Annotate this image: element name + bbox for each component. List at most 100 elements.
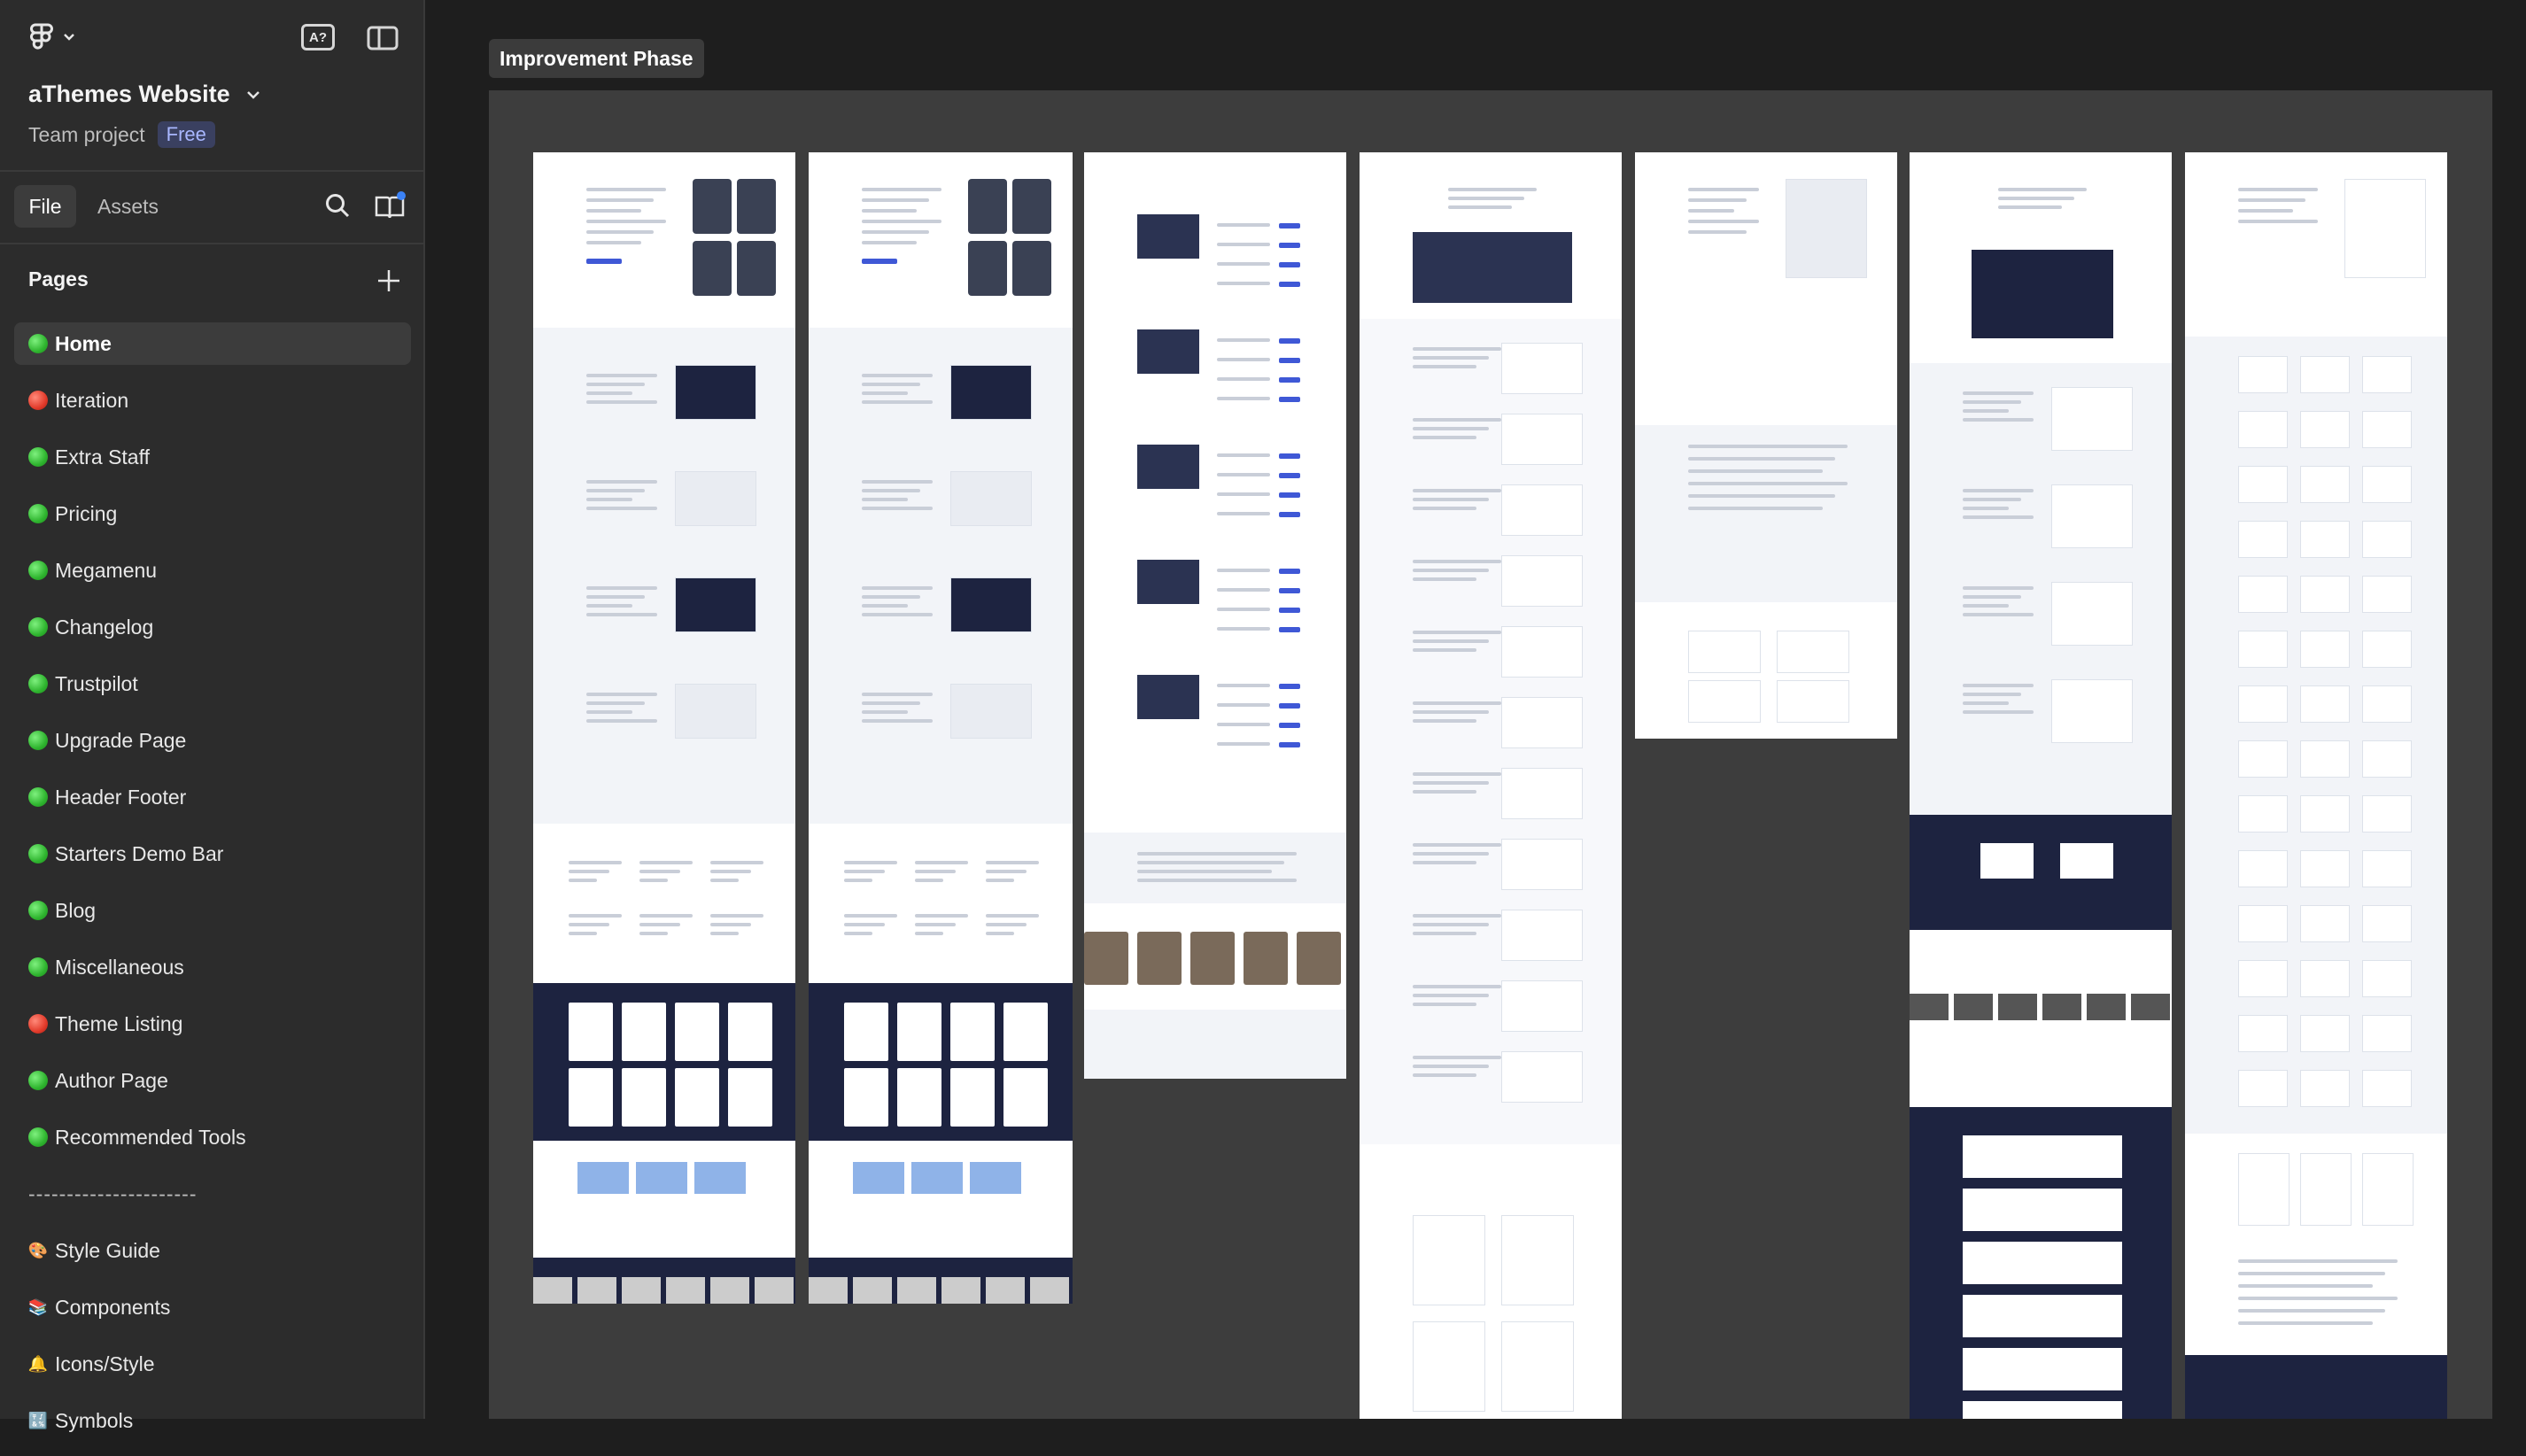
design-frame[interactable] <box>533 152 795 1304</box>
add-page-icon[interactable] <box>376 267 402 294</box>
text-line <box>586 719 657 723</box>
why-block <box>533 824 795 983</box>
plan-card <box>1413 1215 1485 1305</box>
text-line <box>1413 569 1489 572</box>
status-green-dot-icon <box>28 504 48 523</box>
theme-thumb <box>941 1277 980 1304</box>
search-icon[interactable] <box>324 192 351 219</box>
blog-thumb <box>970 1162 1021 1194</box>
page-item-upgrade-page[interactable]: Upgrade Page <box>14 719 411 762</box>
plan-card <box>1501 1215 1574 1305</box>
page-item-pricing[interactable]: Pricing <box>14 492 411 535</box>
tab-file[interactable]: File <box>14 185 76 228</box>
pricing-button <box>1279 338 1300 344</box>
page-item-miscellaneous[interactable]: Miscellaneous <box>14 946 411 988</box>
ai-assistant-button[interactable]: A? <box>301 24 335 50</box>
page-item-blog[interactable]: Blog <box>14 889 411 932</box>
page-item-trustpilot[interactable]: Trustpilot <box>14 662 411 705</box>
design-frame[interactable] <box>1910 152 2172 1419</box>
text-line <box>2238 1309 2385 1313</box>
addon-card <box>2300 576 2350 613</box>
pricing-block <box>1360 1144 1622 1419</box>
blog-thumb <box>694 1162 746 1194</box>
text-line <box>1688 507 1823 510</box>
text-line <box>1413 507 1476 510</box>
design-frame[interactable] <box>1635 152 1897 739</box>
design-canvas[interactable]: Improvement Phase <box>425 0 2526 1419</box>
addon-card <box>2238 631 2288 668</box>
addon-card <box>2238 576 2288 613</box>
text-line <box>1413 356 1489 360</box>
pricing-button <box>1279 377 1300 383</box>
page-label: Symbols <box>55 1408 134 1432</box>
text-line <box>586 383 645 386</box>
page-item-iteration[interactable]: Iteration <box>14 379 411 422</box>
addon-card <box>2362 905 2412 942</box>
section-label[interactable]: Improvement Phase <box>489 39 704 78</box>
text-line <box>862 400 933 404</box>
chevron-down-icon[interactable] <box>62 30 76 44</box>
text-line <box>2238 1297 2398 1300</box>
design-frame[interactable] <box>809 152 1073 1304</box>
design-frame[interactable] <box>1084 152 1346 1079</box>
text-line <box>1217 627 1270 631</box>
library-icon[interactable] <box>374 191 406 220</box>
text-line <box>1963 701 2009 705</box>
hero-photo <box>693 241 732 296</box>
page-item-starters-demo-bar[interactable]: Starters Demo Bar <box>14 833 411 875</box>
text-line <box>862 480 933 484</box>
page-item-header-footer[interactable]: Header Footer <box>14 776 411 818</box>
text-line <box>862 230 929 234</box>
project-title[interactable]: aThemes Website <box>28 81 260 108</box>
pricing-button <box>1279 723 1300 728</box>
page-label: Author Page <box>55 1068 168 1092</box>
addon-card <box>2238 740 2288 778</box>
page-item-theme-listing[interactable]: Theme Listing <box>14 1003 411 1045</box>
text-line <box>1413 852 1489 856</box>
text-line <box>1413 985 1501 988</box>
text-line <box>1688 482 1848 485</box>
text-line <box>1413 489 1501 492</box>
page-item-components[interactable]: 📚 Components <box>14 1286 411 1328</box>
sidebar-toggle-icon[interactable] <box>367 26 399 50</box>
review-card <box>569 1003 613 1061</box>
section-improvement-phase[interactable] <box>489 90 2492 1419</box>
design-frame[interactable] <box>1360 152 1622 1419</box>
page-item-home[interactable]: Home <box>14 322 411 365</box>
design-frame[interactable] <box>2185 152 2447 1419</box>
feature-card <box>1501 343 1583 394</box>
text-line <box>569 932 597 935</box>
score-card <box>1980 843 2034 879</box>
figma-logo-icon[interactable] <box>28 23 55 51</box>
text-line <box>1217 588 1270 592</box>
page-item-recommended-tools[interactable]: Recommended Tools <box>14 1116 411 1158</box>
score-card <box>2060 843 2113 879</box>
testimonial-photo <box>1244 932 1288 985</box>
page-item-megamenu[interactable]: Megamenu <box>14 549 411 592</box>
addon-card <box>2300 850 2350 887</box>
addon-card <box>2362 466 2412 503</box>
text-line <box>1413 1065 1489 1068</box>
page-label: Megamenu <box>55 558 158 582</box>
addon-card <box>2300 466 2350 503</box>
page-item-author-page[interactable]: Author Page <box>14 1059 411 1102</box>
module-card <box>1963 1295 2122 1337</box>
text-line <box>639 914 693 918</box>
plan-card <box>1501 1321 1574 1412</box>
feature-card <box>1501 980 1583 1032</box>
pricing-button <box>1279 703 1300 709</box>
text-line <box>1217 723 1270 726</box>
page-item-symbols[interactable]: 🔣 Symbols <box>14 1399 411 1442</box>
review-card <box>1003 1068 1048 1127</box>
tab-assets[interactable]: Assets <box>97 195 159 219</box>
page-item-extra-staff[interactable]: Extra Staff <box>14 436 411 478</box>
plan-badge[interactable]: Free <box>157 121 215 148</box>
page-label: Theme Listing <box>55 1011 183 1035</box>
text-line <box>586 241 641 244</box>
text-line <box>1413 560 1501 563</box>
page-item-icons-style[interactable]: 🔔 Icons/Style <box>14 1343 411 1385</box>
text-line <box>1217 742 1270 746</box>
page-item-style-guide[interactable]: 🎨 Style Guide <box>14 1229 411 1272</box>
page-item-changelog[interactable]: Changelog <box>14 606 411 648</box>
text-line <box>1963 391 2034 395</box>
